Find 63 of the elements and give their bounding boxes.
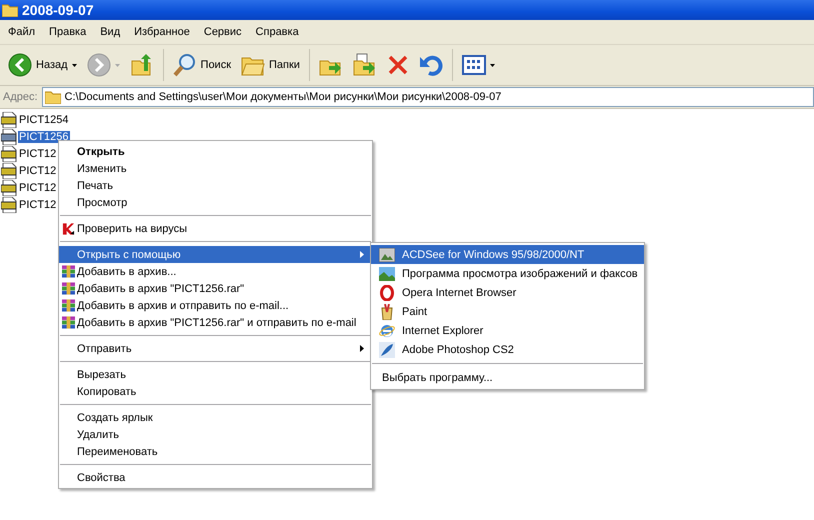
menu-item[interactable]: Добавить в архив "PICT1256.rar" и отправить по e-mail	[59, 314, 372, 331]
photo-viewer-icon	[379, 248, 395, 262]
menu-item[interactable]: Добавить в архив и отправить по e-mail...	[59, 297, 372, 314]
menu-item[interactable]: Opera Internet Browser	[371, 283, 644, 302]
menu-item[interactable]: Просмотр	[59, 194, 372, 211]
stacked-books-icon	[62, 299, 75, 312]
menu-item[interactable]: Выбрать программу...	[371, 368, 644, 387]
menu-item[interactable]: Вид	[100, 26, 120, 38]
menu-item[interactable]: Сервис	[204, 26, 242, 38]
feather-icon	[379, 342, 395, 358]
menu-item[interactable]: Проверить на вирусы	[59, 220, 372, 237]
address-label: Адрес:	[3, 91, 38, 103]
menu-item[interactable]: Файл	[8, 26, 36, 38]
menu-item[interactable]: Печать	[59, 177, 372, 194]
menu-item[interactable]: Избранное	[134, 26, 190, 38]
file-item[interactable]: PICT12	[1, 162, 58, 179]
menu-item[interactable]: ACDSee for Windows 95/98/2000/NT	[371, 245, 644, 264]
menu-item[interactable]: Переименовать	[59, 443, 372, 460]
file-item[interactable]: PICT1254	[1, 111, 70, 128]
caret-icon	[490, 64, 495, 66]
folders-button[interactable]: Папки	[237, 51, 304, 79]
menu-item[interactable]: Правка	[49, 26, 86, 38]
back-button[interactable]: Назад	[4, 50, 81, 80]
menu-item[interactable]: Создать ярлык	[59, 409, 372, 426]
menu-item[interactable]: Свойства	[59, 469, 372, 486]
search-icon	[172, 53, 197, 77]
menu-item[interactable]: Открыть с помощью	[59, 246, 372, 263]
grid-icon	[462, 55, 486, 75]
folder-arrow-icon	[352, 53, 377, 77]
menu-item[interactable]: Вырезать	[59, 366, 372, 383]
o-letter-icon	[380, 284, 394, 300]
stacked-books-icon	[62, 316, 75, 329]
menu-item[interactable]: Открыть	[59, 143, 372, 160]
submenu-arrow-icon	[360, 345, 364, 352]
menu-item[interactable]: Adobe Photoshop CS2	[371, 340, 644, 359]
address-field[interactable]: C:\Documents and Settings\user\Мои документы\Мои рисунки\Мои рисунки\2008-09-07	[42, 87, 814, 107]
menu-item[interactable]: Изменить	[59, 160, 372, 177]
file-item[interactable]: PICT12	[1, 196, 58, 213]
window-title: 2008-09-07	[22, 2, 94, 18]
menu-item[interactable]: Добавить в архив "PICT1256.rar"	[59, 280, 372, 297]
file-item[interactable]: PICT12	[1, 145, 58, 162]
menu-item[interactable]: Отправить	[59, 340, 372, 357]
undo-arrow-icon	[418, 53, 443, 77]
landscape-image-icon	[379, 266, 395, 280]
paint-cup-icon	[380, 304, 394, 320]
stacked-books-icon	[62, 265, 75, 278]
menu-item[interactable]: Справка	[256, 26, 299, 38]
menu-item[interactable]: Программа просмотра изображений и факсов	[371, 264, 644, 283]
menu-item[interactable]: Копировать	[59, 383, 372, 400]
file-item[interactable]: PICT12	[1, 179, 58, 196]
caret-icon	[72, 64, 77, 66]
stacked-books-icon	[62, 282, 75, 295]
menu-item[interactable]: Internet Explorer	[371, 321, 644, 340]
menu-item[interactable]: Удалить	[59, 426, 372, 443]
folder-icon	[44, 90, 61, 104]
menu-item[interactable]: Paint	[371, 302, 644, 321]
menu-item[interactable]: Добавить в архив...	[59, 263, 372, 280]
submenu-arrow-icon	[360, 251, 364, 258]
delete-x-icon	[386, 54, 409, 76]
search-button[interactable]: Поиск	[168, 50, 236, 80]
folder-icon	[2, 3, 18, 17]
caret-icon	[114, 64, 120, 66]
folder-up-icon	[130, 53, 154, 77]
